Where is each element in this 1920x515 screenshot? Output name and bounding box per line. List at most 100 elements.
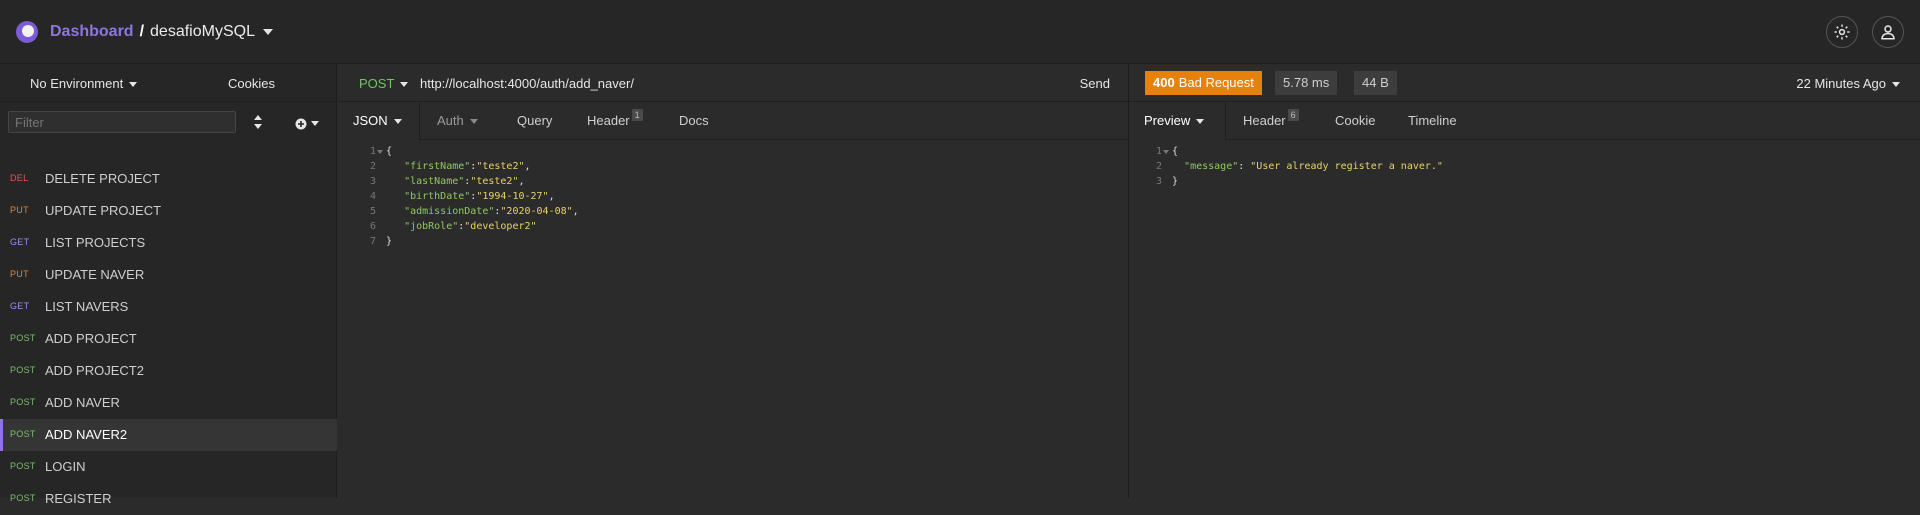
tab-cookie[interactable]: Cookie	[1335, 102, 1375, 139]
status-text: Bad Request	[1178, 75, 1254, 90]
sort-icon[interactable]	[252, 114, 264, 130]
account-button[interactable]	[1872, 16, 1904, 48]
gear-icon	[1834, 24, 1850, 40]
fold-arrow-icon[interactable]	[1163, 150, 1169, 154]
json-key: "birthDate"	[404, 191, 471, 202]
status-badge: 400 Bad Request	[1145, 71, 1262, 95]
tab-auth[interactable]: Auth	[437, 102, 478, 139]
chevron-down-icon[interactable]	[262, 28, 273, 35]
tab-label: Auth	[437, 113, 464, 128]
time-ago-label: 22 Minutes Ago	[1796, 76, 1886, 91]
cookies-button[interactable]: Cookies	[228, 76, 275, 91]
sidebar-request-item[interactable]: GET LIST PROJECTS	[0, 227, 337, 259]
sidebar-request-item[interactable]: POST REGISTER	[0, 483, 337, 515]
request-method-tag: POST	[10, 397, 36, 407]
request-url-bar: POST http://localhost:4000/auth/add_nave…	[338, 64, 1128, 102]
request-body-editor[interactable]: 1 {2 "firstName":"teste2", 3 "lastName":"t…	[350, 144, 1120, 264]
environment-selector[interactable]: No Environment	[30, 76, 138, 91]
json-key: "message"	[1184, 161, 1239, 172]
json-string: "developer2"	[464, 221, 537, 232]
chevron-down-icon	[311, 121, 319, 127]
chevron-down-icon	[1196, 119, 1205, 125]
json-punctuation: ,	[548, 191, 555, 202]
json-punctuation: ,	[524, 161, 531, 172]
tab-query[interactable]: Query	[517, 102, 552, 139]
environment-label: No Environment	[30, 76, 124, 91]
sidebar-request-item[interactable]: POST ADD NAVER2	[0, 419, 337, 451]
response-tabs: Preview Header 6 Cookie Timeline	[1129, 102, 1920, 140]
sidebar-request-item[interactable]: DEL DELETE PROJECT	[0, 163, 337, 195]
sidebar-request-item[interactable]: PUT UPDATE PROJECT	[0, 195, 337, 227]
settings-button[interactable]	[1826, 16, 1858, 48]
code-text: "lastName":"teste2",	[386, 174, 525, 189]
request-name: DELETE PROJECT	[45, 171, 160, 186]
line-number: 5	[369, 206, 376, 217]
response-status-bar: 400 Bad Request 5.78 ms 44 B 22 Minutes A…	[1129, 64, 1920, 102]
json-punctuation: ,	[572, 206, 579, 217]
json-key: "lastName"	[404, 176, 465, 187]
fold-arrow-icon[interactable]	[377, 150, 383, 154]
tab-docs[interactable]: Docs	[679, 102, 709, 139]
json-string: "User already register a naver."	[1250, 161, 1443, 172]
tab-header[interactable]: Header 1	[587, 102, 643, 139]
top-bar: Dashboard / desafioMySQL	[0, 0, 1920, 64]
line-number: 2	[369, 161, 376, 172]
sidebar-request-item[interactable]: GET LIST NAVERS	[0, 291, 337, 323]
line-number: 3	[369, 176, 376, 187]
filter-input[interactable]	[8, 111, 236, 133]
sidebar-request-item[interactable]: POST LOGIN	[0, 451, 337, 483]
sidebar: No Environment Cookies DEL DELETE PROJECT…	[0, 64, 337, 506]
request-method-tag: POST	[10, 333, 36, 343]
breadcrumb-separator: /	[139, 23, 145, 40]
add-request-button[interactable]	[295, 116, 319, 130]
code-text: "firstName":"teste2",	[386, 159, 531, 174]
chevron-down-icon	[393, 119, 402, 125]
request-method-tag: POST	[10, 493, 36, 503]
url-input[interactable]: http://localhost:4000/auth/add_naver/	[420, 76, 634, 91]
json-key: "firstName"	[404, 161, 471, 172]
sidebar-request-item[interactable]: POST ADD PROJECT	[0, 323, 337, 355]
sidebar-request-item[interactable]: POST ADD NAVER	[0, 387, 337, 419]
json-punctuation: {	[1172, 146, 1179, 157]
line-number: 6	[369, 221, 376, 232]
request-method-tag: DEL	[10, 173, 29, 183]
status-code: 400	[1153, 75, 1175, 90]
tab-response-header[interactable]: Header 6	[1243, 102, 1299, 139]
json-punctuation: ,	[518, 176, 525, 187]
response-size-badge: 44 B	[1354, 71, 1397, 95]
chevron-down-icon	[400, 82, 409, 88]
json-punctuation	[386, 176, 404, 187]
tab-timeline[interactable]: Timeline	[1408, 102, 1457, 139]
tab-label: Header	[587, 113, 630, 128]
code-text: "admissionDate":"2020-04-08",	[386, 204, 579, 219]
dashboard-link[interactable]: Dashboard	[50, 23, 134, 40]
json-punctuation	[386, 221, 404, 232]
request-name: ADD PROJECT	[45, 331, 137, 346]
sidebar-request-item[interactable]: PUT UPDATE NAVER	[0, 259, 337, 291]
json-key: "admissionDate"	[404, 206, 495, 217]
request-method-tag: POST	[10, 461, 36, 471]
request-method-tag: POST	[10, 429, 36, 439]
environment-row: No Environment Cookies	[0, 64, 337, 102]
request-name: ADD NAVER	[45, 395, 120, 410]
tab-label: JSON	[353, 113, 388, 128]
line-number: 1	[369, 146, 376, 157]
response-body-viewer[interactable]: 1 {2 "message": "User already register a …	[1136, 144, 1906, 204]
header-count-badge: 6	[1287, 109, 1299, 121]
code-text: "jobRole":"developer2"	[386, 219, 537, 234]
send-button[interactable]: Send	[1080, 76, 1110, 91]
response-time-badge: 5.78 ms	[1275, 71, 1338, 95]
request-name: UPDATE PROJECT	[45, 203, 162, 218]
tab-label: Preview	[1144, 113, 1191, 128]
tab-preview[interactable]: Preview	[1129, 102, 1226, 140]
tab-label: Header	[1243, 113, 1286, 128]
json-punctuation	[1172, 161, 1184, 172]
history-dropdown[interactable]: 22 Minutes Ago	[1796, 76, 1900, 91]
tab-json-body[interactable]: JSON	[338, 102, 420, 140]
header-count-badge: 1	[631, 109, 643, 121]
workspace-name[interactable]: desafioMySQL	[150, 23, 255, 40]
method-label: POST	[359, 76, 395, 91]
method-selector[interactable]: POST	[359, 76, 409, 91]
code-text: }	[1172, 174, 1178, 189]
sidebar-request-item[interactable]: POST ADD PROJECT2	[0, 355, 337, 387]
